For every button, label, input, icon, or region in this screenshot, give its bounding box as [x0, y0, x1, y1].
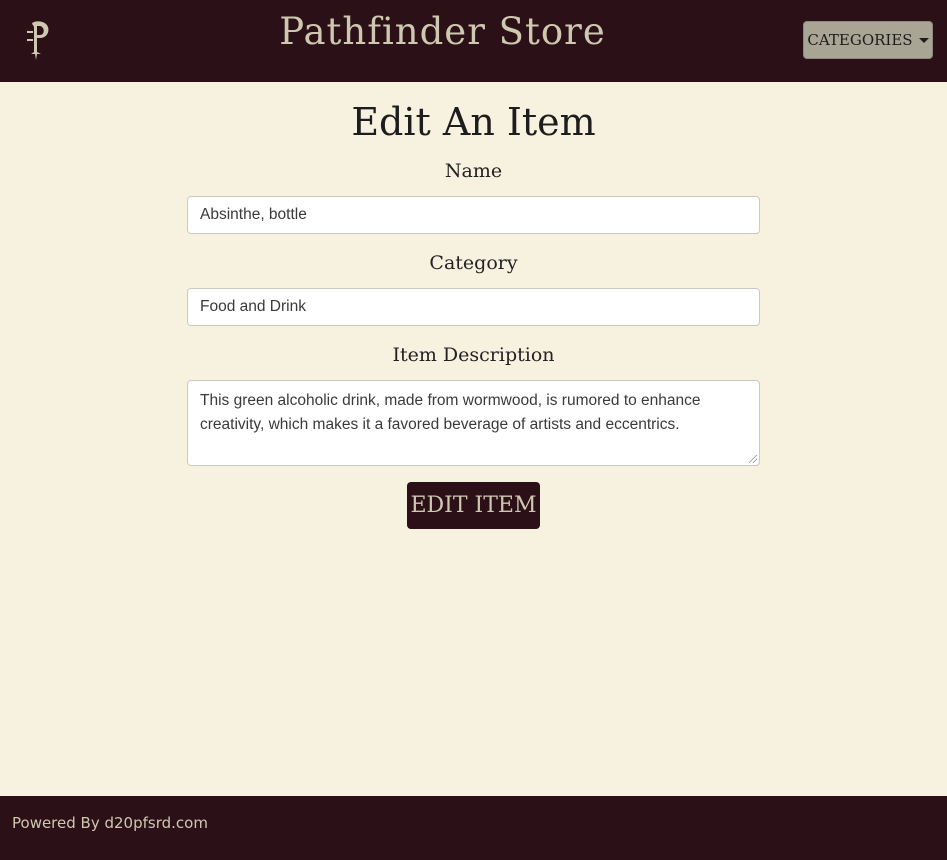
- category-input[interactable]: Food and Drink: [187, 288, 760, 326]
- item-description-label: Item Description: [392, 344, 555, 366]
- footer-text: Powered By d20pfsrd.com: [12, 814, 208, 832]
- page-title: Edit An Item: [351, 100, 596, 144]
- top-navbar: Pathfinder Store CATEGORIES: [0, 0, 947, 82]
- footer: Powered By d20pfsrd.com: [0, 796, 947, 860]
- site-title[interactable]: Pathfinder Store: [0, 10, 885, 53]
- item-description-textarea[interactable]: This green alcoholic drink, made from wo…: [187, 380, 760, 466]
- caret-down-icon: [918, 37, 929, 43]
- resize-grip-icon[interactable]: [749, 455, 757, 463]
- name-input[interactable]: Absinthe, bottle: [187, 196, 760, 234]
- item-description-text: This green alcoholic drink, made from wo…: [200, 392, 701, 433]
- category-label: Category: [429, 252, 518, 274]
- name-label: Name: [444, 160, 503, 182]
- categories-label: CATEGORIES: [807, 31, 913, 49]
- edit-item-button[interactable]: EDIT ITEM: [407, 482, 540, 529]
- categories-dropdown-button[interactable]: CATEGORIES: [803, 21, 933, 59]
